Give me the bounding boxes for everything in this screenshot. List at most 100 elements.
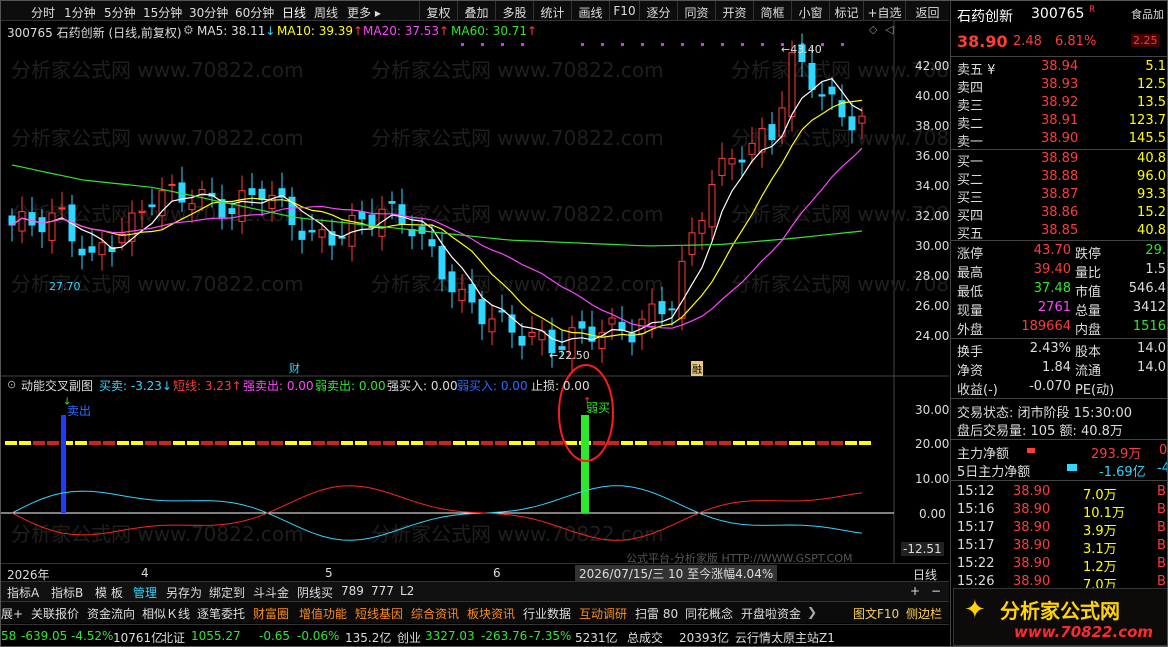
stat-value: -0.070 [1029, 379, 1071, 394]
minus-icon[interactable]: − [931, 584, 941, 598]
interactive-research-button[interactable]: 互动调研 [579, 605, 627, 622]
related-quote-button[interactable]: 关联报价 [31, 605, 79, 622]
f10-graphic-button[interactable]: 图文F10 [853, 605, 899, 622]
tick-direction: B [1157, 538, 1166, 553]
main-flow-bar [1027, 448, 1035, 453]
sector-tag[interactable]: 食品加 [1131, 6, 1164, 22]
event-dot [681, 43, 684, 46]
margin-event-marker[interactable]: 融 [691, 361, 703, 376]
tick-row: 15:16 38.90 10.1万 B [951, 501, 1167, 521]
settings-icon[interactable]: ⚙ [183, 23, 194, 37]
industry-data-button[interactable]: 行业数据 [523, 605, 571, 622]
period-daily[interactable]: 日线 [282, 4, 306, 21]
short-gene-button[interactable]: 短线基因 [355, 605, 403, 622]
watermark-text: 分析家公式网 www.70822.com [371, 522, 664, 546]
sub-indicator-name[interactable]: 动能交叉副图 [21, 377, 93, 394]
sub-axis-current: -12.51 [901, 542, 944, 556]
period-fenshi[interactable]: 分时 [31, 4, 55, 21]
index-turnover: 10761亿 [113, 631, 164, 645]
tab-bind-to[interactable]: 绑定到 [209, 584, 245, 601]
add-favorite-button[interactable]: +自选 [863, 1, 905, 21]
tab-yinxianmai[interactable]: 阴线买 [297, 584, 333, 601]
open-capital-module-button[interactable]: 开盘啦资金 [741, 605, 801, 622]
candle-body [448, 271, 456, 293]
risk-scan-button[interactable]: 扫雷 80 [635, 605, 678, 622]
finance-event-marker[interactable]: 财 [289, 360, 300, 376]
chevron-right-icon[interactable]: ❯ [807, 605, 817, 619]
band-segment [663, 441, 675, 445]
ask-row[interactable]: 卖二 38.91 123.7 [951, 112, 1167, 132]
news-button[interactable]: 综合资讯 [411, 605, 459, 622]
watermark-text: 分析家公式网 www.70822.com [11, 58, 304, 82]
adjust-button[interactable]: 复权 [419, 1, 457, 21]
same-capital-button[interactable]: 同资 [677, 1, 715, 21]
bid-row[interactable]: 买五 38.85 40.8 [951, 222, 1167, 242]
flow5-bar [1067, 464, 1077, 471]
back-button[interactable]: 返回 [905, 1, 949, 21]
period-more[interactable]: 更多 ▸ [347, 4, 381, 21]
f10-button[interactable]: F10 [609, 1, 639, 21]
ma60-label: MA60: 30.71↑ [451, 24, 538, 38]
diamond-icon[interactable]: ◇ [869, 23, 877, 36]
price-tick: 32.00 [915, 209, 950, 223]
capital-flow-button[interactable]: 资金流向 [87, 605, 135, 622]
overlay-button[interactable]: 叠加 [457, 1, 495, 21]
bid-row[interactable]: 买四 38.86 15.2 [951, 204, 1167, 224]
triangle-left-icon[interactable]: ◁ [885, 23, 893, 36]
bid-price: 38.85 [1041, 223, 1079, 238]
band-segment [383, 441, 395, 445]
kline-chart-area[interactable]: 分析家公式网 www.70822.com 分析家公式网 www.70822.com… [1, 21, 1024, 565]
multi-stock-button[interactable]: 多股 [495, 1, 533, 21]
sector-news-button[interactable]: 板块资讯 [467, 605, 515, 622]
plus-icon[interactable]: + [910, 584, 920, 598]
collapse-icon[interactable]: ⊙ [7, 378, 16, 391]
by-minute-button[interactable]: 逐分 [639, 1, 677, 21]
similar-kline-button[interactable]: 相似Ｋ线 [142, 605, 190, 622]
wealth-circle-button[interactable]: 财富圈 [253, 605, 289, 622]
band-segment [257, 441, 269, 445]
tick-order-button[interactable]: 逐笔委托 [197, 605, 245, 622]
period-60min[interactable]: 60分钟 [235, 4, 274, 21]
simple-frame-button[interactable]: 简框 [753, 1, 791, 21]
small-window-button[interactable]: 小窗 [791, 1, 829, 21]
event-dot [701, 43, 704, 46]
tick-price: 38.90 [1013, 484, 1051, 499]
ask-row[interactable]: 卖三 38.92 13.5 [951, 94, 1167, 114]
tab-doudoujin[interactable]: 斗斗金 [253, 584, 289, 601]
ask-volume: 13.5 [1137, 95, 1166, 110]
stock-name: 石药创新 [957, 9, 1013, 25]
draw-line-button[interactable]: 画线 [571, 1, 609, 21]
bid-row[interactable]: 买一 38.89 40.8 [951, 150, 1167, 170]
candle-body [318, 229, 326, 238]
tab-777[interactable]: 777 [371, 584, 394, 598]
band-segment [411, 441, 423, 445]
bid-volume: 40.8 [1137, 151, 1166, 166]
tab-789[interactable]: 789 [341, 584, 364, 598]
tab-indicator-a[interactable]: 指标A [7, 584, 39, 601]
mark-button[interactable]: 标记 [829, 1, 863, 21]
period-15min[interactable]: 15分钟 [143, 4, 182, 21]
tab-manage[interactable]: 管理 [133, 584, 157, 601]
open-capital-button[interactable]: 开资 [715, 1, 753, 21]
concept-button[interactable]: 同花概念 [685, 605, 733, 622]
bid-row[interactable]: 买三 38.87 93.3 [951, 186, 1167, 206]
ask-row[interactable]: 卖四 38.93 12.5 [951, 76, 1167, 96]
period-1min[interactable]: 1分钟 [64, 4, 96, 21]
period-30min[interactable]: 30分钟 [189, 4, 228, 21]
stats-button[interactable]: 统计 [533, 1, 571, 21]
period-5min[interactable]: 5分钟 [104, 4, 136, 21]
sidebar-button[interactable]: 侧边栏 [906, 605, 942, 622]
band-segment [565, 441, 577, 445]
tab-indicator-b[interactable]: 指标B [51, 584, 83, 601]
ask-row[interactable]: 卖五 ¥ 38.94 5.1 [951, 58, 1167, 78]
tab-template[interactable]: 模 板 [95, 584, 123, 601]
value-added-button[interactable]: 增值功能 [299, 605, 347, 622]
tab-l2[interactable]: L2 [400, 584, 414, 598]
period-weekly[interactable]: 周线 [314, 4, 338, 21]
cy-value: 3327.03 [425, 629, 475, 643]
expand-button[interactable]: 展+ [1, 605, 23, 622]
stat-value: 39.40 [1033, 262, 1071, 277]
tab-save-as[interactable]: 另存为 [166, 584, 202, 601]
bid-row[interactable]: 买二 38.88 96.0 [951, 168, 1167, 188]
ask-row[interactable]: 卖一 38.90 145.5 [951, 130, 1167, 150]
